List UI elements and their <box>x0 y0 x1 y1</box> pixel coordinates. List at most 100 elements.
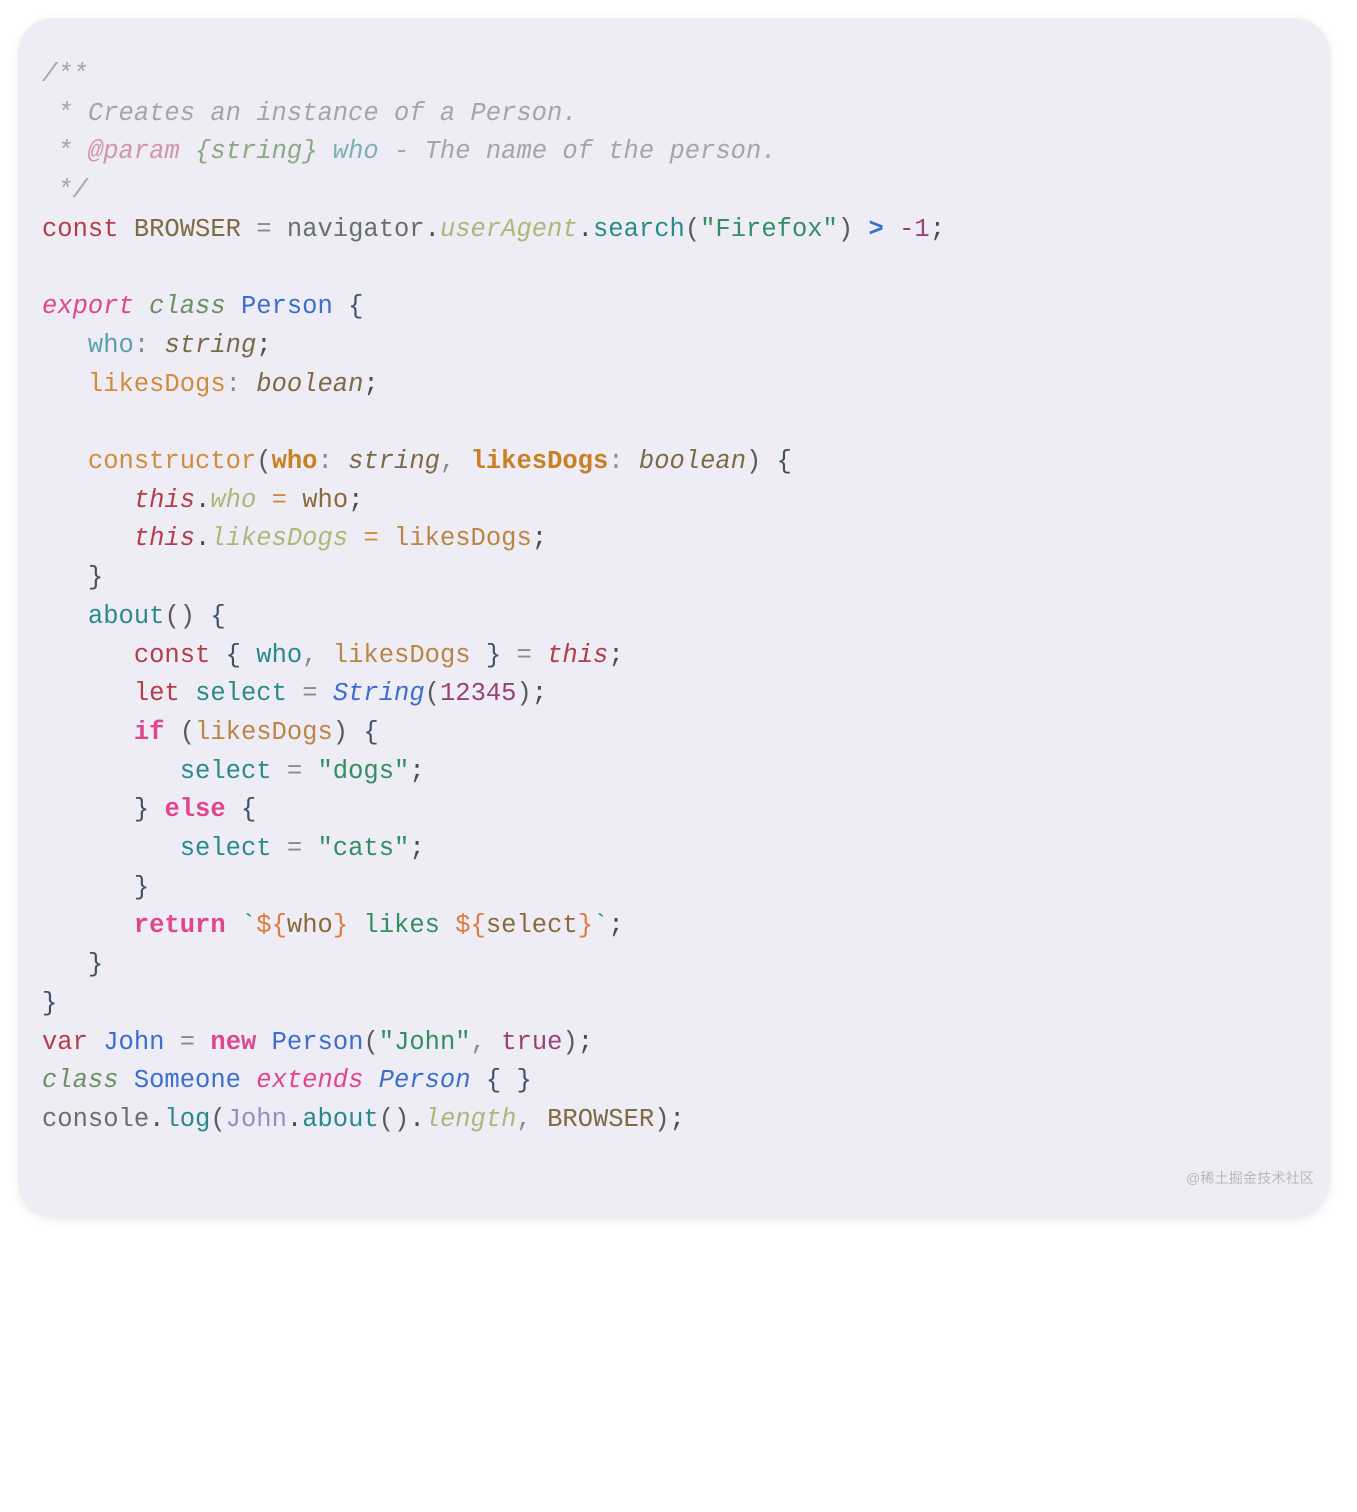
space <box>501 641 516 670</box>
equals: = <box>180 1028 195 1057</box>
method: log <box>164 1105 210 1134</box>
indent <box>42 370 88 399</box>
space <box>471 641 486 670</box>
equals: = <box>272 486 287 515</box>
brace: { <box>363 718 378 747</box>
ident: John <box>103 1028 164 1057</box>
semicolon: ; <box>532 524 547 553</box>
number: 1 <box>914 215 929 244</box>
boolean: true <box>501 1028 562 1057</box>
minus: - <box>899 215 914 244</box>
ident: who <box>302 486 348 515</box>
comma: , <box>440 447 455 476</box>
comma: , <box>471 1028 486 1057</box>
property: userAgent <box>440 215 578 244</box>
colon: : <box>226 370 241 399</box>
constructor: constructor <box>88 447 256 476</box>
semicolon: ; <box>670 1105 685 1134</box>
keyword-export: export <box>42 292 134 321</box>
space <box>302 757 317 786</box>
keyword-const: const <box>134 641 211 670</box>
space <box>287 679 302 708</box>
brace: { <box>777 447 792 476</box>
space <box>241 641 256 670</box>
ident: select <box>195 679 287 708</box>
interp-close: } <box>333 911 348 940</box>
brace: { <box>226 641 241 670</box>
class-ref: Person <box>379 1066 471 1095</box>
paren: ( <box>685 215 700 244</box>
dot: . <box>409 1105 424 1134</box>
space <box>532 1105 547 1134</box>
class-ref: Person <box>272 1028 364 1057</box>
property: who <box>210 486 256 515</box>
template-text: likes <box>348 911 455 940</box>
type: boolean <box>256 370 363 399</box>
comma: , <box>516 1105 531 1134</box>
code-line: */ <box>42 176 88 205</box>
interp-open: ${ <box>455 911 486 940</box>
class-ref: String <box>333 679 425 708</box>
indent <box>42 641 134 670</box>
dot: . <box>425 215 440 244</box>
keyword-else: else <box>164 795 225 824</box>
indent <box>42 873 134 902</box>
indent <box>42 718 134 747</box>
space <box>272 215 287 244</box>
space <box>195 1028 210 1057</box>
interp-close: } <box>578 911 593 940</box>
brace: } <box>88 950 103 979</box>
operator: > <box>868 215 883 244</box>
keyword-extends: extends <box>256 1066 363 1095</box>
keyword-return: return <box>134 911 226 940</box>
class-name: Person <box>241 292 333 321</box>
code-line: /** <box>42 60 88 89</box>
indent <box>42 447 88 476</box>
brace: } <box>486 641 501 670</box>
indent <box>42 795 134 824</box>
space <box>302 834 317 863</box>
equals: = <box>287 834 302 863</box>
semicolon: ; <box>348 486 363 515</box>
indent <box>42 486 134 515</box>
ident: likesDogs <box>195 718 333 747</box>
semicolon: ; <box>409 834 424 863</box>
colon: : <box>608 447 623 476</box>
paren: ) <box>838 215 853 244</box>
indent <box>42 834 180 863</box>
comment-text: * <box>42 137 88 166</box>
indent <box>42 602 88 631</box>
space <box>272 834 287 863</box>
ident: select <box>180 834 272 863</box>
jsdoc-var: who <box>333 137 379 166</box>
space <box>363 1066 378 1095</box>
paren: ( <box>210 1105 225 1134</box>
string: "John" <box>379 1028 471 1057</box>
equals: = <box>302 679 317 708</box>
space <box>149 795 164 824</box>
brace: } <box>516 1066 531 1095</box>
keyword-class: class <box>42 1066 119 1095</box>
space <box>486 1028 501 1057</box>
space <box>318 641 333 670</box>
semicolon: ; <box>608 911 623 940</box>
jsdoc-type: {string} <box>195 137 317 166</box>
indent <box>42 757 180 786</box>
interp-open: ${ <box>256 911 287 940</box>
space <box>164 1028 179 1057</box>
paren: ( <box>425 679 440 708</box>
space <box>256 1028 271 1057</box>
brace: } <box>42 989 57 1018</box>
indent <box>42 524 134 553</box>
ident: John <box>226 1105 287 1134</box>
property: likesDogs <box>210 524 348 553</box>
paren: ) <box>516 679 531 708</box>
indent <box>42 563 88 592</box>
brace: { <box>210 602 225 631</box>
param: likesDogs <box>471 447 609 476</box>
colon: : <box>317 447 332 476</box>
keyword-if: if <box>134 718 165 747</box>
member: likesDogs <box>88 370 226 399</box>
space <box>226 911 241 940</box>
space <box>149 331 164 360</box>
